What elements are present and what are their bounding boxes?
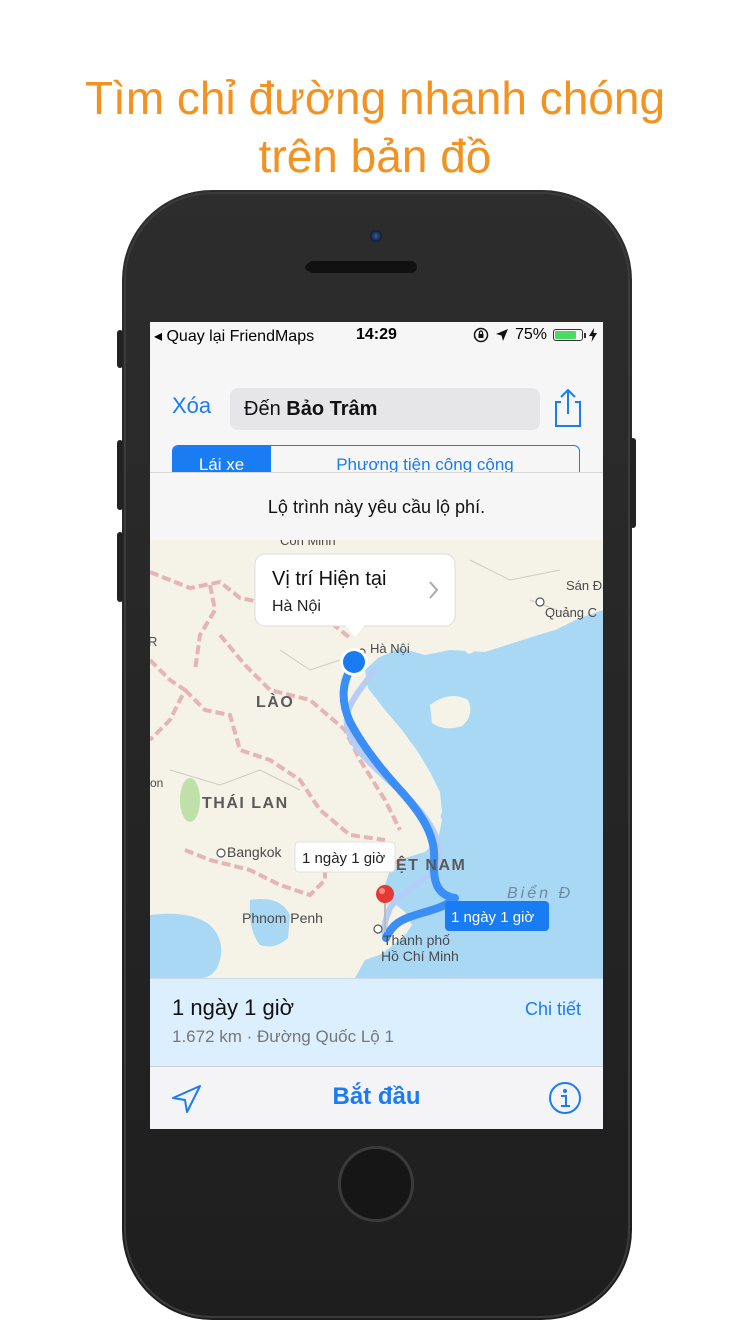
destination-name: Bảo Trâm — [286, 398, 378, 420]
label-con-minh: Côn Minh — [280, 540, 336, 548]
phone-screen: ◂ Quay lại FriendMaps 14:29 75% Xóa Đến … — [150, 322, 603, 1129]
charging-bolt-icon — [589, 328, 597, 342]
start-button[interactable]: Bắt đầu — [150, 1083, 603, 1111]
callout-bubble — [254, 553, 456, 627]
label-on: on — [150, 776, 163, 790]
callout-title: Vị trí Hiện tại — [272, 568, 386, 590]
front-camera — [370, 230, 382, 242]
callout-subtitle: Hà Nội — [272, 598, 321, 615]
alt-route-duration: 1 ngày 1 giờ — [302, 850, 385, 867]
route-duration: 1 ngày 1 giờ — [172, 995, 295, 1020]
headline-line2: trên bản đồ — [258, 130, 492, 182]
route-summary-card[interactable]: 1 ngày 1 giờ 1.672 km · Đường Quốc Lộ 1 … — [150, 978, 603, 1067]
directions-header: Xóa Đến Bảo Trâm Lái xe Phương tiện công… — [150, 350, 603, 485]
destination-prefix: Đến — [244, 398, 281, 420]
status-bar: ◂ Quay lại FriendMaps 14:29 75% — [150, 322, 603, 350]
label-bangkok: Bangkok — [227, 844, 282, 860]
label-quang-chau: Quảng C — [545, 605, 597, 620]
label-san-dau: Sán Đầ — [566, 578, 603, 593]
bottom-toolbar: Bắt đầu — [150, 1066, 603, 1129]
info-icon[interactable] — [548, 1081, 582, 1115]
pin-head — [376, 885, 394, 903]
status-right: 75% — [473, 326, 597, 344]
details-link[interactable]: Chi tiết — [525, 999, 581, 1020]
clear-button[interactable]: Xóa — [172, 393, 211, 419]
home-button[interactable] — [338, 1146, 414, 1222]
pin-highlight — [379, 888, 385, 894]
current-location-callout[interactable]: Vị trí Hiện tại Hà Nội — [254, 553, 456, 637]
label-lao: LÀO — [256, 692, 294, 711]
volume-down-button — [117, 532, 123, 602]
status-time: 14:29 — [356, 326, 397, 343]
location-services-icon — [495, 329, 508, 341]
earpiece-speaker — [307, 261, 417, 273]
label-viet-nam: ỆT NAM — [396, 855, 466, 874]
rotation-lock-icon — [473, 327, 489, 343]
headline-line1: Tìm chỉ đường nhanh chóng — [84, 72, 666, 124]
share-icon[interactable] — [550, 386, 586, 430]
battery-percent: 75% — [514, 326, 547, 343]
battery-fill — [555, 331, 576, 339]
main-route-label[interactable]: 1 ngày 1 giờ — [445, 901, 549, 931]
label-edge-r: R — [150, 634, 157, 649]
label-bien-dong: Biển Đ — [507, 884, 573, 902]
alternate-route-label[interactable]: 1 ngày 1 giờ — [294, 841, 396, 873]
current-location-dot[interactable] — [343, 651, 365, 673]
main-route-duration: 1 ngày 1 giờ — [451, 909, 534, 926]
green-area — [180, 778, 200, 822]
label-ha-noi: Hà Nội — [370, 641, 410, 656]
back-to-app-link[interactable]: ◂ Quay lại FriendMaps — [154, 326, 314, 346]
label-hcm-2: Hồ Chí Minh — [381, 948, 459, 964]
volume-up-button — [117, 440, 123, 510]
route-map[interactable]: Côn Minh Sán Đầ Quảng C Hà Nội Bangkok P… — [150, 540, 603, 978]
route-details: 1.672 km · Đường Quốc Lộ 1 — [172, 1027, 394, 1046]
label-hcm-1: Thành phố — [383, 932, 450, 948]
power-button — [630, 438, 636, 528]
destination-field[interactable]: Đến Bảo Trâm — [230, 388, 540, 430]
battery-icon — [553, 329, 586, 341]
label-thai-lan: THÁI LAN — [202, 793, 289, 812]
toll-notice: Lộ trình này yêu cầu lộ phí. — [150, 472, 603, 541]
label-phnom-penh: Phnom Penh — [242, 910, 323, 926]
mute-switch — [117, 330, 123, 368]
